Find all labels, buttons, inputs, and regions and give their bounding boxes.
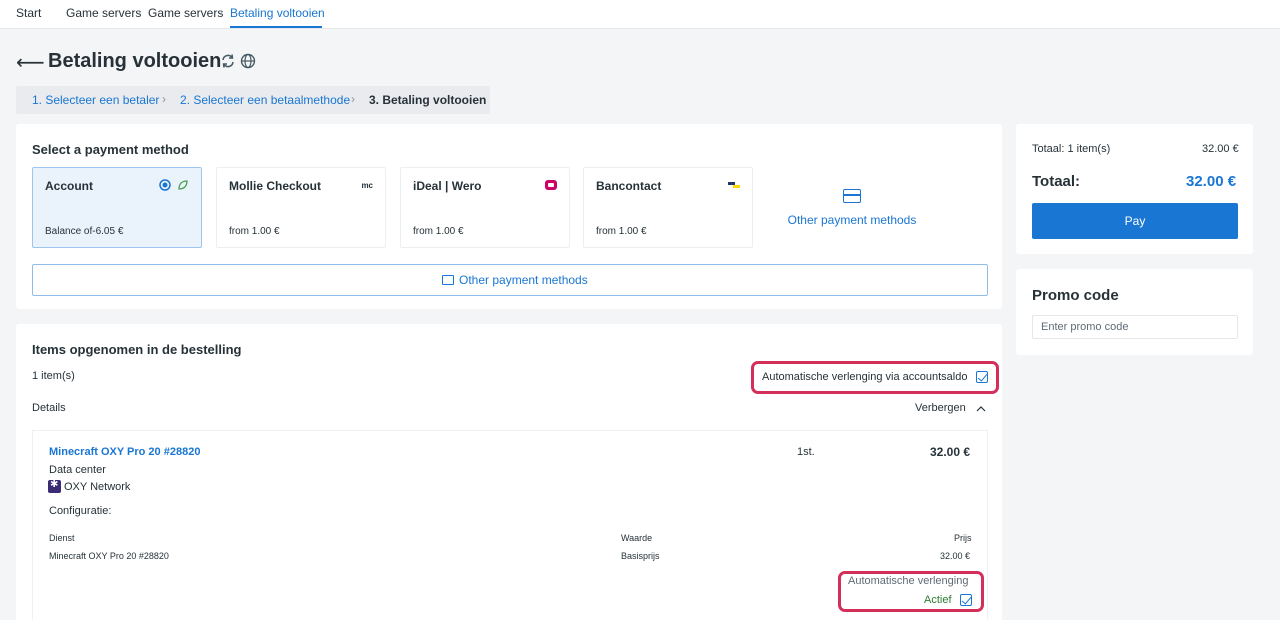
bancontact-logo-icon (728, 182, 740, 188)
mollie-logo-icon: mc (361, 181, 373, 190)
product-price: 32.00 € (930, 445, 971, 459)
globe-icon[interactable] (240, 53, 256, 69)
item-auto-renew-status: Actief (924, 594, 952, 606)
table-header-value: Waarde (621, 533, 653, 543)
table-cell-value: Basisprijs (621, 551, 660, 561)
product-name-link[interactable]: Minecraft OXY Pro 20 #28820 (49, 446, 200, 458)
table-cell-price: 32.00 € (940, 551, 971, 561)
breadcrumb-game-servers-1[interactable]: Game servers (66, 6, 141, 20)
payment-method-name: Bancontact (596, 179, 662, 193)
table-cell-service: Minecraft OXY Pro 20 #28820 (49, 551, 169, 561)
payment-method-min: from 1.00 € (413, 226, 464, 237)
promo-code-input[interactable] (1032, 315, 1238, 339)
details-label: Details (32, 402, 66, 414)
total-label: Totaal: (1032, 173, 1081, 190)
payment-method-ideal[interactable]: iDeal | Wero from 1.00 € (400, 167, 570, 248)
item-auto-renew-checkbox[interactable] (960, 594, 972, 606)
payment-method-name: iDeal | Wero (413, 179, 482, 193)
other-payment-methods-button-label: Other payment methods (459, 273, 588, 287)
items-heading: Items opgenomen in de bestelling (32, 342, 242, 357)
page-title: Betaling voltooien (48, 50, 222, 72)
auto-renew-account-checkbox[interactable] (976, 371, 988, 383)
other-payment-methods-label: Other payment methods (787, 213, 917, 227)
total-items-value: 32.00 € (1202, 143, 1239, 155)
back-arrow-icon[interactable]: ⟵ (16, 50, 45, 75)
credit-card-icon (843, 189, 861, 203)
datacenter-value: OXY Network (64, 481, 131, 493)
breadcrumb-game-servers-2[interactable]: Game servers (148, 6, 223, 20)
payment-method-bancontact[interactable]: Bancontact from 1.00 € (583, 167, 753, 248)
promo-card (1016, 269, 1253, 355)
payment-method-mollie[interactable]: Mollie Checkout mc from 1.00 € (216, 167, 386, 248)
oxy-network-icon (48, 479, 61, 493)
breadcrumb-current[interactable]: Betaling voltooien (230, 6, 325, 20)
total-items-label: Totaal: 1 item(s) (1032, 143, 1111, 155)
table-header-price: Prijs (954, 533, 972, 543)
items-count: 1 item(s) (32, 370, 75, 382)
step-complete-payment: 3. Betaling voltooien (369, 93, 487, 107)
other-payment-methods-button[interactable]: Other payment methods (32, 264, 988, 296)
chevron-up-icon[interactable] (976, 405, 986, 413)
payment-method-name: Mollie Checkout (229, 179, 322, 193)
promo-heading: Promo code (1032, 287, 1119, 304)
credit-card-icon (442, 275, 454, 285)
table-header-service: Dienst (49, 533, 75, 543)
other-payment-methods-tile[interactable]: Other payment methods (766, 167, 938, 248)
chevron-right-icon: › (162, 92, 166, 106)
payment-method-account[interactable]: Account Balance of-6.05 € (32, 167, 202, 248)
chevron-right-icon: › (137, 5, 141, 19)
account-balance-icon (159, 179, 171, 191)
configuration-label: Configuratie: (49, 505, 112, 517)
leaf-icon (178, 180, 188, 190)
product-quantity: 1st. (797, 446, 815, 458)
hide-details-toggle[interactable]: Verbergen (915, 402, 966, 414)
refresh-icon[interactable] (220, 53, 236, 69)
payment-method-min: from 1.00 € (229, 226, 280, 237)
step-select-payer[interactable]: 1. Selecteer een betaler (32, 93, 159, 107)
chevron-right-icon: › (351, 92, 355, 106)
payment-heading: Select a payment method (32, 142, 189, 157)
breadcrumb-active-underline (230, 26, 322, 28)
total-value: 32.00 € (1186, 173, 1237, 190)
checkout-steps: 1. Selecteer een betaler › 2. Selecteer … (16, 86, 490, 114)
item-auto-renew-label: Automatische verlenging (848, 575, 969, 587)
auto-renew-account-label: Automatische verlenging via accountsaldo (762, 371, 968, 383)
ideal-logo-icon (545, 180, 557, 190)
breadcrumb-start[interactable]: Start (16, 6, 41, 20)
pay-button-label: Pay (1124, 214, 1146, 228)
datacenter-label: Data center (49, 464, 106, 476)
payment-method-name: Account (45, 179, 93, 193)
payment-method-balance: Balance of-6.05 € (45, 226, 124, 237)
step-select-method[interactable]: 2. Selecteer een betaalmethode (180, 93, 350, 107)
payment-method-min: from 1.00 € (596, 226, 647, 237)
breadcrumb: Start Game servers › Game servers › Beta… (0, 0, 1280, 29)
chevron-right-icon: › (219, 5, 223, 19)
pay-button[interactable]: Pay (1032, 203, 1238, 239)
